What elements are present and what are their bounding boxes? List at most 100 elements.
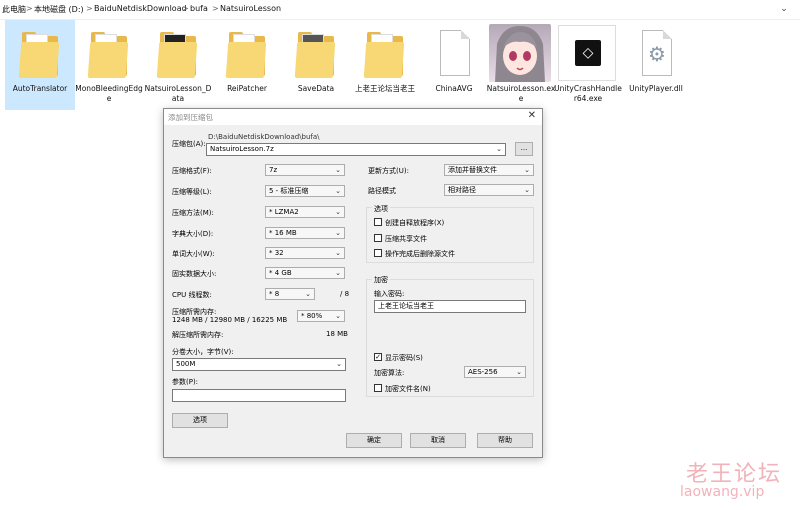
method-select-value: * LZMA2 (269, 208, 299, 216)
mem-percent-select[interactable]: * 80% ⌄ (297, 310, 345, 322)
file-laowang-folder[interactable]: 上老王论坛当老王 (350, 20, 420, 110)
password-input[interactable]: 上老王论坛当老王 (374, 300, 526, 313)
cpu-select[interactable]: * 8 ⌄ (265, 288, 315, 300)
crumb-natsuiro[interactable]: NatsuiroLesson (220, 4, 281, 13)
chevron-down-icon: ⌄ (336, 360, 342, 368)
chevron-down-icon: ⌄ (335, 229, 341, 237)
format-select[interactable]: 7z ⌄ (265, 164, 345, 176)
enc-method-select[interactable]: AES-256 ⌄ (464, 366, 526, 378)
dict-select[interactable]: * 16 MB ⌄ (265, 227, 345, 239)
file-unitycrashhandler[interactable]: ◇ UnityCrashHandler64.exe (553, 20, 623, 110)
file-chinaavg[interactable]: ChinaAVG (419, 20, 489, 110)
options-button[interactable]: 选项 (172, 413, 228, 428)
mem-percent-value: * 80% (301, 312, 323, 320)
archive-label: 压缩包(A): (172, 140, 206, 148)
crumb-separator: > (86, 4, 93, 13)
folder-icon (156, 28, 198, 80)
unity-app-icon: ◇ (558, 25, 616, 81)
update-select-value: 添加并替换文件 (448, 166, 497, 174)
ok-button[interactable]: 确定 (346, 433, 402, 448)
mem-detail: 1248 MB / 12980 MB / 16225 MB (172, 316, 288, 324)
solid-label: 固实数据大小: (172, 270, 217, 278)
chevron-down-icon: ⌄ (335, 249, 341, 257)
cpu-total: / 8 (340, 290, 350, 298)
file-natsuirolesson-exe[interactable]: NatsuiroLesson.exe (486, 20, 556, 110)
sfx-checkbox[interactable] (374, 218, 382, 226)
folder-icon (363, 28, 405, 80)
delete-after-label: 操作完成后删除源文件 (385, 250, 455, 258)
show-password-checkbox[interactable]: ✓ (374, 353, 382, 361)
file-name: 上老王论坛当老王 (355, 84, 415, 93)
level-select-value: 5 - 标准压缩 (269, 187, 309, 195)
format-label: 压缩格式(F): (172, 167, 212, 175)
crumb-drive[interactable]: 本地磁盘 (D:) (34, 4, 84, 15)
file-name: SaveData (297, 84, 335, 93)
folder-icon (294, 28, 336, 80)
path-label: 路径模式 (368, 187, 396, 195)
file-name: AutoTranslator (12, 84, 68, 93)
crumb-bufa[interactable]: bufa (190, 4, 208, 13)
level-select[interactable]: 5 - 标准压缩 ⌄ (265, 185, 345, 197)
file-unityplayer-dll[interactable]: ⚙ UnityPlayer.dll (621, 20, 691, 110)
password-label: 输入密码: (374, 290, 405, 298)
word-select[interactable]: * 32 ⌄ (265, 247, 345, 259)
sfx-label: 创建自释放程序(X) (385, 219, 445, 227)
chevron-down-icon: ⌄ (335, 166, 341, 174)
file-name: ChinaAVG (435, 84, 473, 93)
level-label: 压缩等级(L): (172, 188, 212, 196)
solid-select[interactable]: * 4 GB ⌄ (265, 267, 345, 279)
split-combo-value: 500M (176, 360, 196, 368)
encryption-group-title: 加密 (372, 275, 390, 285)
file-natsuirolesson-data[interactable]: NatsuiroLesson_Data (143, 20, 213, 110)
update-select[interactable]: 添加并替换文件 ⌄ (444, 164, 534, 176)
shared-checkbox[interactable] (374, 234, 382, 242)
crumb-separator: > (182, 4, 189, 13)
method-select[interactable]: * LZMA2 ⌄ (265, 206, 345, 218)
watermark-url: laowang.vip (680, 484, 765, 500)
options-group-title: 选项 (372, 204, 390, 214)
file-autotranslator[interactable]: AutoTranslator (5, 20, 75, 110)
split-combo[interactable]: 500M ⌄ (172, 358, 346, 371)
file-reipatcher[interactable]: ReiPatcher (212, 20, 282, 110)
browse-button[interactable]: ... (515, 142, 533, 156)
params-input[interactable] (172, 389, 346, 402)
file-savedata[interactable]: SaveData (281, 20, 351, 110)
shared-label: 压缩共享文件 (385, 235, 427, 243)
chevron-down-icon: ⌄ (524, 186, 530, 194)
chevron-down-icon: ⌄ (335, 312, 341, 320)
encrypt-names-checkbox[interactable] (374, 384, 382, 392)
gear-icon: ⚙ (636, 28, 676, 80)
crumb-separator: > (212, 4, 219, 13)
archive-name-value: NatsuiroLesson.7z (210, 145, 274, 153)
decomp-mem-label: 解压缩所需内存: (172, 331, 224, 339)
delete-after-checkbox[interactable] (374, 249, 382, 257)
file-name: MonoBleedingEdge (75, 84, 143, 103)
breadcrumb: 此电脑 > 本地磁盘 (D:) > BaiduNetdiskDownload >… (0, 0, 800, 20)
split-label: 分卷大小，字节(V): (172, 348, 234, 356)
chevron-down-icon[interactable]: ⌄ (778, 3, 790, 15)
show-password-label: 显示密码(S) (385, 354, 423, 362)
chevron-down-icon: ⌄ (516, 368, 522, 376)
params-label: 参数(P): (172, 378, 199, 386)
update-label: 更新方式(U): (368, 167, 409, 175)
dialog-title: 添加到压缩包 (168, 113, 213, 122)
app-character-icon (489, 24, 551, 82)
crumb-this-pc[interactable]: 此电脑 (2, 4, 26, 15)
file-monobleedingedge[interactable]: MonoBleedingEdge (74, 20, 144, 110)
word-select-value: * 32 (269, 249, 284, 257)
cancel-button[interactable]: 取消 (410, 433, 466, 448)
archive-path: D:\BaiduNetdiskDownload\bufa\ (208, 133, 320, 141)
close-icon[interactable]: ✕ (528, 110, 536, 121)
chevron-down-icon: ⌄ (496, 145, 502, 153)
add-to-archive-dialog: 添加到压缩包 ✕ 压缩包(A): D:\BaiduNetdiskDownload… (163, 108, 543, 458)
chevron-down-icon: ⌄ (335, 269, 341, 277)
path-select-value: 相对路径 (448, 186, 476, 194)
archive-name-combo[interactable]: NatsuiroLesson.7z ⌄ (206, 143, 506, 156)
file-name: UnityCrashHandler64.exe (554, 84, 622, 103)
encrypt-names-label: 加密文件名(N) (385, 385, 431, 393)
chevron-down-icon: ⌄ (305, 290, 311, 298)
path-select[interactable]: 相对路径 ⌄ (444, 184, 534, 196)
folder-icon (225, 28, 267, 80)
help-button[interactable]: 帮助 (477, 433, 533, 448)
crumb-baidu[interactable]: BaiduNetdiskDownload (94, 4, 187, 13)
